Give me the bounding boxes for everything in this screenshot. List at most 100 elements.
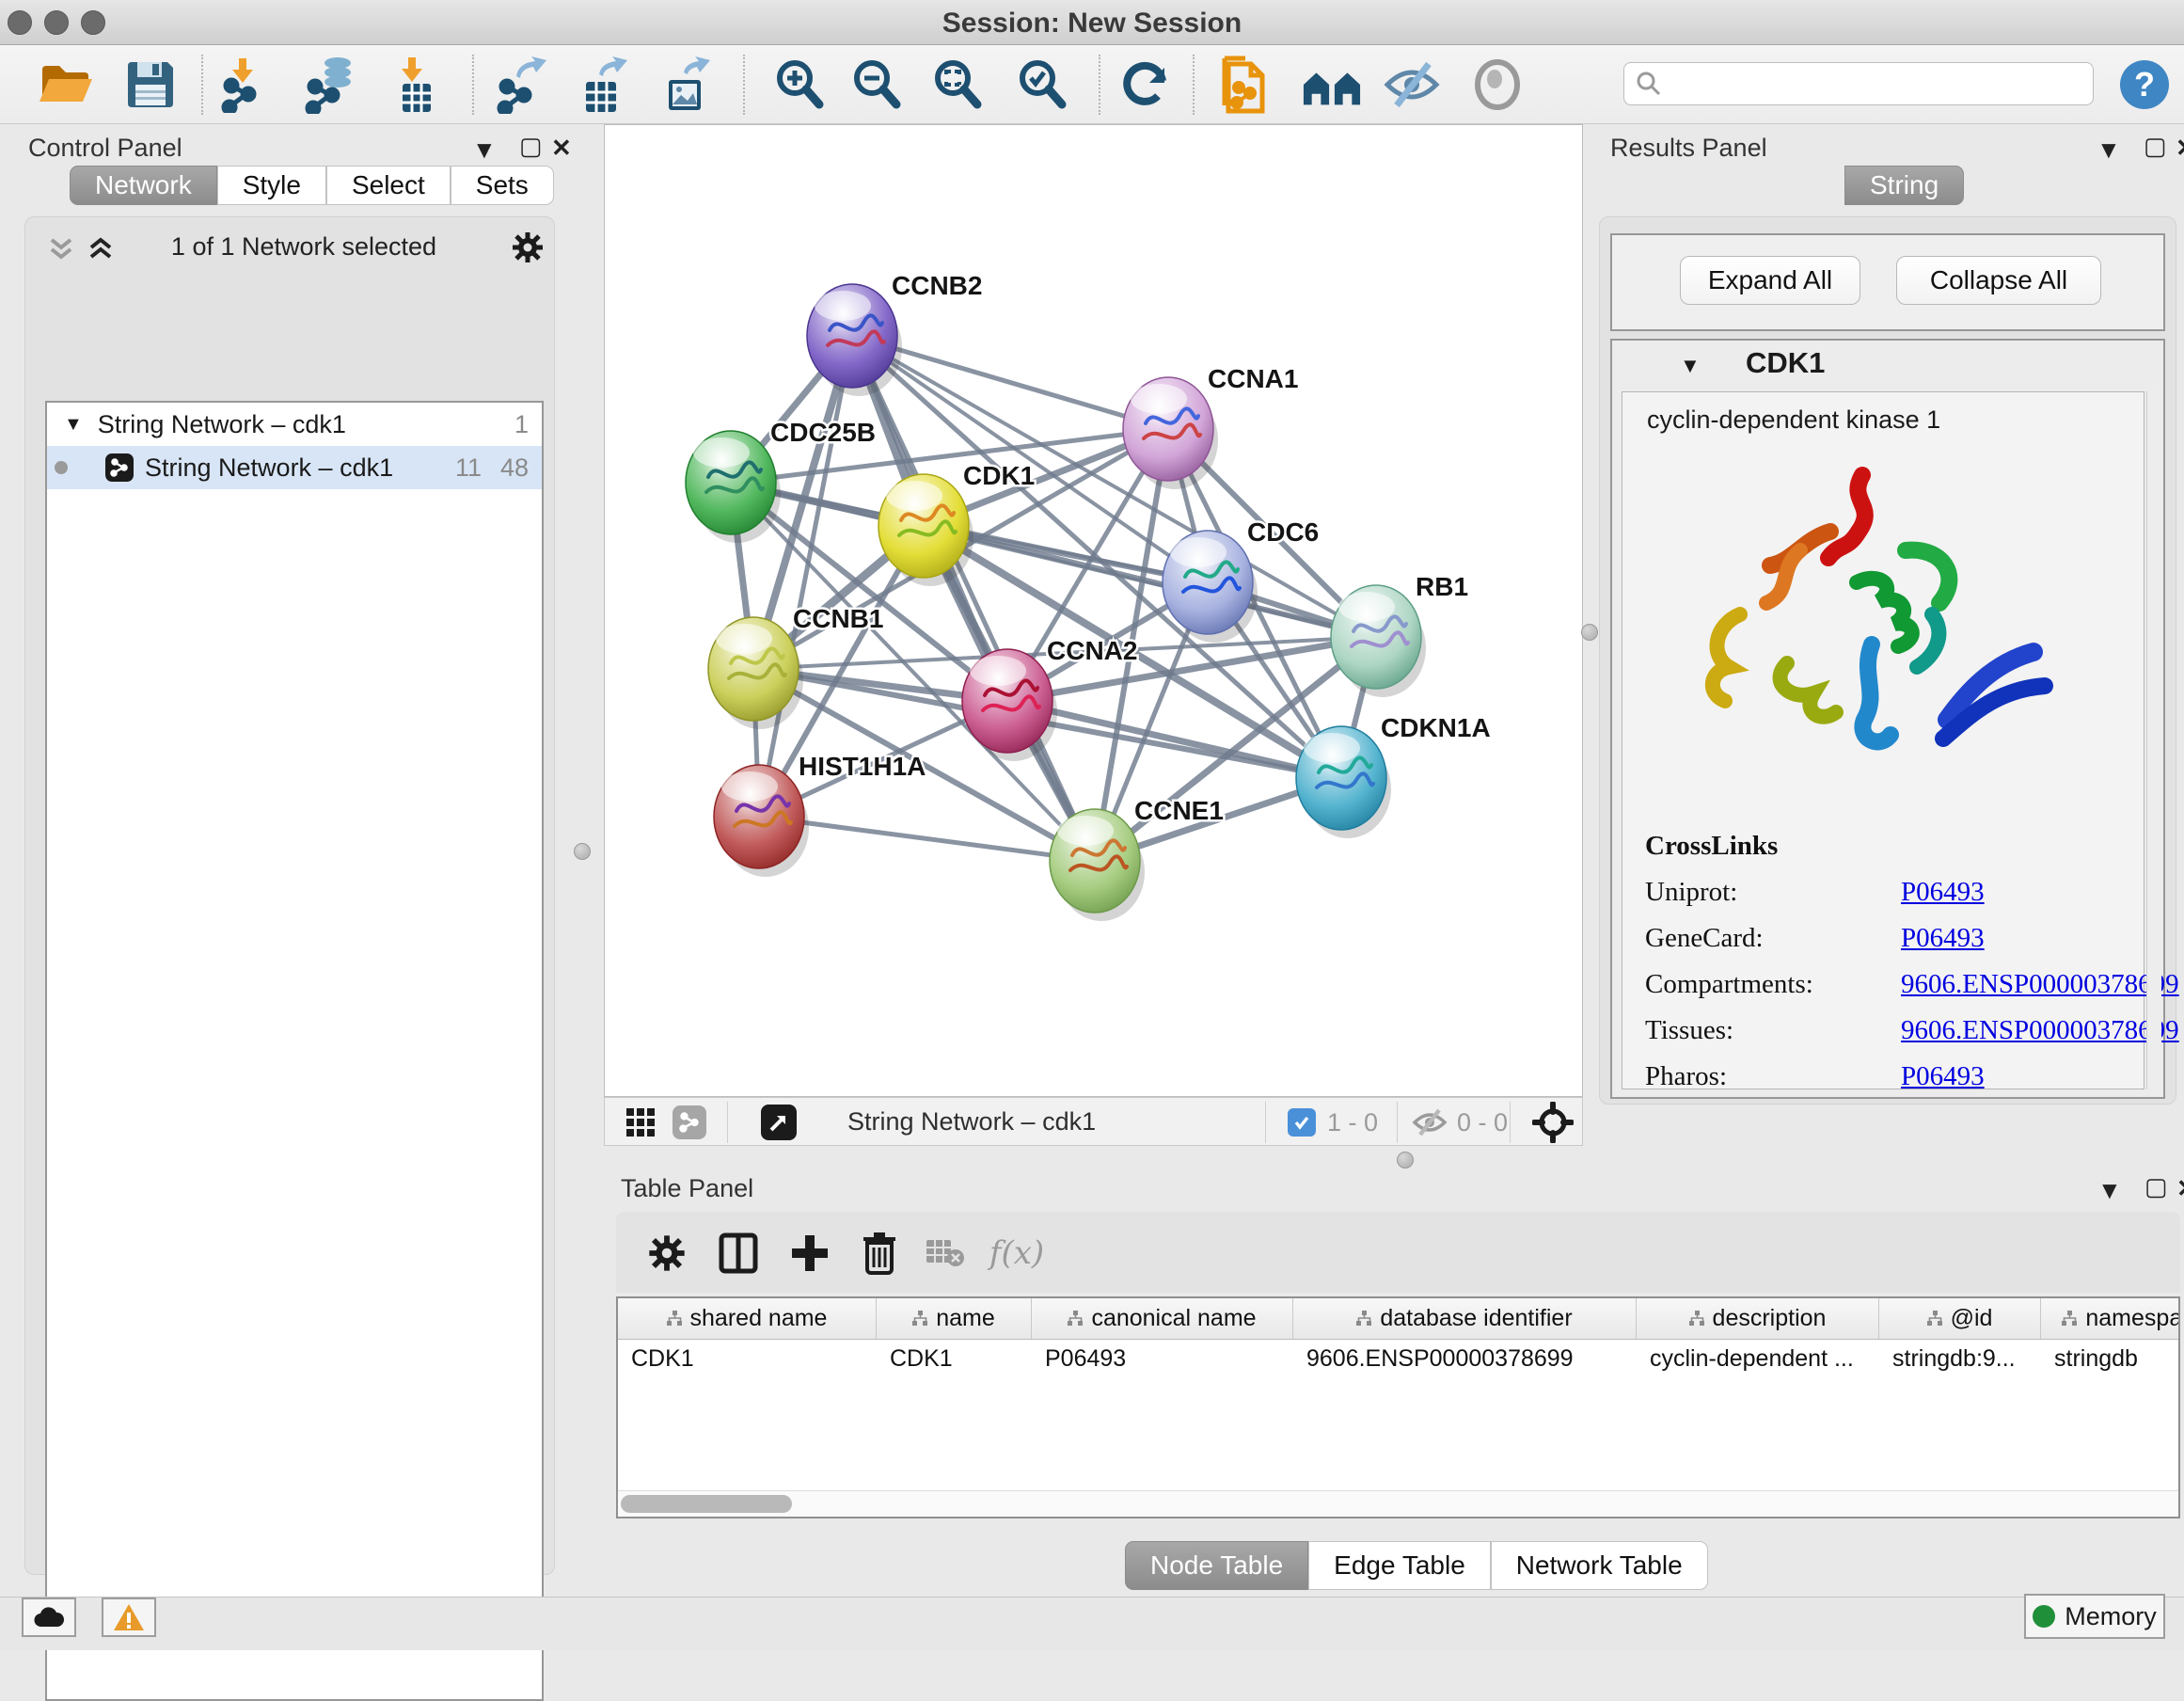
open-session-folder-icon[interactable]: [36, 56, 96, 113]
hidden-eye-slash-icon[interactable]: [1412, 1107, 1448, 1142]
results-scrollbar[interactable]: [2146, 391, 2161, 1089]
delete-column-trash-icon[interactable]: [853, 1229, 906, 1278]
import-network-from-database-icon[interactable]: [301, 56, 361, 113]
network-edge[interactable]: [1007, 701, 1341, 778]
scrollbar-thumb[interactable]: [621, 1495, 792, 1513]
crosslink-link[interactable]: 9606.ENSP00000378699: [1901, 1015, 2179, 1046]
tab-string[interactable]: String: [1844, 166, 1964, 205]
toolbar-separator: [743, 55, 745, 115]
selected-nodes-checkbox-icon[interactable]: [1288, 1108, 1316, 1137]
zoom-fit-content-icon[interactable]: [927, 56, 988, 113]
memory-status-dot-icon: [2033, 1605, 2055, 1628]
crosslink-link[interactable]: 9606.ENSP00000378699: [1901, 969, 2179, 1000]
tab-style[interactable]: Style: [217, 166, 326, 205]
bottom-splitter-handle[interactable]: [1397, 1152, 1414, 1168]
column-header-description[interactable]: description: [1637, 1298, 1879, 1339]
results-panel-tabs: String: [1844, 166, 1964, 205]
houses-icon[interactable]: [1302, 56, 1362, 113]
crosslink-link[interactable]: P06493: [1901, 1061, 1985, 1092]
section-expander-icon[interactable]: ▼: [1680, 354, 1701, 378]
table-cell[interactable]: stringdb:9...: [1879, 1340, 2041, 1379]
tab-network[interactable]: Network: [70, 166, 217, 205]
help-icon[interactable]: ?: [2114, 56, 2175, 113]
tab-network-table[interactable]: Network Table: [1491, 1541, 1708, 1590]
birdseye-grid-icon[interactable]: [625, 1107, 656, 1142]
tab-node-table[interactable]: Node Table: [1125, 1541, 1308, 1590]
network-canvas[interactable]: CCNB2CCNA1CDC25BCDK1CDC6RB1CCNB1CCNA2CDK…: [605, 125, 1582, 1096]
table-settings-gear-icon[interactable]: [641, 1229, 693, 1278]
panel-close-icon[interactable]: ✕: [2176, 1174, 2184, 1203]
export-image-icon[interactable]: [657, 56, 717, 113]
tab-select[interactable]: Select: [326, 166, 451, 205]
table-cell[interactable]: stringdb: [2041, 1340, 2180, 1379]
panel-menu-caret-icon[interactable]: ▼: [472, 135, 497, 165]
network-edge-count: 48: [500, 453, 529, 483]
network-edge[interactable]: [759, 336, 852, 817]
expand-all-button[interactable]: Expand All: [1680, 256, 1860, 305]
zoom-selected-icon[interactable]: [1012, 56, 1072, 113]
clone-network-document-icon[interactable]: [1219, 56, 1279, 113]
warnings-button[interactable]: [102, 1598, 156, 1637]
collapse-all-chevrons-icon[interactable]: [46, 234, 76, 269]
import-table-from-file-icon[interactable]: [386, 56, 446, 113]
column-header-namespace[interactable]: namespace: [2041, 1298, 2180, 1339]
table-cell[interactable]: cyclin-dependent ...: [1637, 1340, 1879, 1379]
panel-float-icon[interactable]: ▢: [2144, 1172, 2168, 1201]
table-cell[interactable]: CDK1: [877, 1340, 1032, 1379]
column-header-name[interactable]: name: [877, 1298, 1032, 1339]
crosslink-link[interactable]: P06493: [1901, 877, 1985, 908]
column-header-canonical-name[interactable]: canonical name: [1032, 1298, 1293, 1339]
column-header-shared-name[interactable]: shared name: [618, 1298, 877, 1339]
panel-close-icon[interactable]: ✕: [551, 134, 572, 163]
network-edge[interactable]: [759, 817, 1095, 861]
show-columns-icon[interactable]: [712, 1229, 765, 1278]
crosslink-link[interactable]: P06493: [1901, 923, 1985, 954]
column-header--id[interactable]: @id: [1879, 1298, 2041, 1339]
table-row[interactable]: CDK1CDK1P064939606.ENSP00000378699cyclin…: [618, 1340, 2178, 1379]
panel-close-icon[interactable]: ✕: [2176, 134, 2184, 163]
refresh-icon[interactable]: [1116, 56, 1176, 113]
import-network-from-file-icon[interactable]: [216, 56, 277, 113]
search-box[interactable]: [1623, 62, 2094, 105]
panel-float-icon[interactable]: ▢: [519, 132, 543, 161]
panel-menu-caret-icon[interactable]: ▼: [2097, 1176, 2122, 1205]
table-horizontal-scrollbar[interactable]: [618, 1490, 2178, 1517]
tab-edge-table[interactable]: Edge Table: [1308, 1541, 1491, 1590]
table-cell[interactable]: CDK1: [618, 1340, 877, 1379]
footer-separator: [727, 1102, 728, 1143]
hide-selected-eye-slash-icon[interactable]: [1383, 56, 1443, 113]
zoom-in-icon[interactable]: [769, 56, 830, 113]
network-row-selected[interactable]: String Network – cdk1 11 48: [47, 446, 542, 489]
panel-menu-caret-icon[interactable]: ▼: [2097, 135, 2121, 165]
collapse-all-button[interactable]: Collapse All: [1896, 256, 2101, 305]
tree-expander-icon[interactable]: ▼: [64, 414, 83, 436]
expand-all-chevrons-icon[interactable]: [86, 234, 116, 269]
search-input[interactable]: [1662, 70, 2066, 99]
memory-button[interactable]: Memory: [2024, 1594, 2165, 1639]
save-session-icon[interactable]: [120, 56, 181, 113]
network-options-gear-icon[interactable]: [511, 231, 545, 269]
panel-float-icon[interactable]: ▢: [2144, 132, 2167, 161]
table-cell[interactable]: 9606.ENSP00000378699: [1293, 1340, 1637, 1379]
show-all-eye-icon[interactable]: [1467, 56, 1527, 113]
create-column-plus-icon[interactable]: [783, 1229, 836, 1278]
column-header-database-identifier[interactable]: database identifier: [1293, 1298, 1637, 1339]
table-header-row: shared namenamecanonical namedatabase id…: [618, 1298, 2178, 1340]
tab-sets[interactable]: Sets: [451, 166, 554, 205]
export-table-icon[interactable]: [574, 56, 634, 113]
gene-detail-box: cyclin-dependent kinase 1 CrossLinks Uni…: [1622, 391, 2144, 1089]
open-in-window-arrow-icon[interactable]: [761, 1105, 797, 1140]
zoom-out-icon[interactable]: [847, 56, 907, 113]
network-collection-row[interactable]: ▼ String Network – cdk1 1: [47, 403, 542, 446]
table-cell[interactable]: P06493: [1032, 1340, 1293, 1379]
cloud-button[interactable]: [22, 1598, 76, 1637]
crosshair-target-icon[interactable]: [1532, 1102, 1574, 1148]
export-network-icon[interactable]: [493, 56, 553, 113]
protein-structure-image: [1679, 441, 2083, 818]
left-splitter-handle[interactable]: [574, 843, 591, 860]
hierarchy-icon: [1689, 1311, 1705, 1327]
footer-separator: [1397, 1102, 1398, 1143]
network-edge[interactable]: [852, 336, 1095, 861]
network-view[interactable]: CCNB2CCNA1CDC25BCDK1CDC6RB1CCNB1CCNA2CDK…: [604, 124, 1583, 1097]
share-view-icon[interactable]: [673, 1105, 706, 1139]
